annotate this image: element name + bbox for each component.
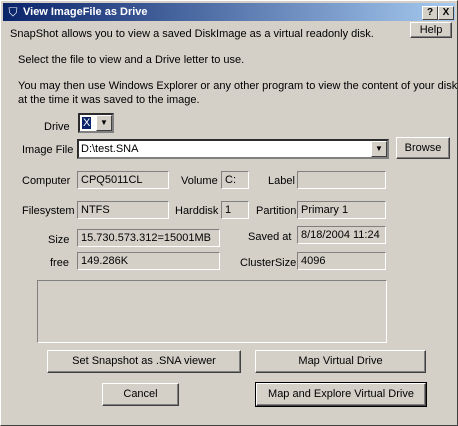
saved-at-field: 8/18/2004 11:24: [297, 226, 386, 244]
app-icon: ⛉: [8, 5, 18, 19]
computer-field: CPQ5011CL: [77, 171, 169, 189]
status-box: [37, 280, 387, 343]
free-label: free: [50, 257, 69, 269]
size-label: Size: [48, 234, 70, 246]
partition-label: Partition: [256, 205, 297, 217]
cluster-size-label: ClusterSize: [240, 257, 297, 269]
help-button[interactable]: Help: [410, 22, 452, 38]
intro-line-3: You may then use Windows Explorer or any…: [18, 80, 458, 92]
chevron-down-icon[interactable]: ▼: [371, 141, 387, 157]
label-label: Label: [268, 175, 295, 187]
map-virtual-drive-button[interactable]: Map Virtual Drive: [255, 350, 426, 373]
image-file-combo[interactable]: D:\test.SNA: [77, 139, 389, 159]
intro-line-2: Select the file to view and a Drive lett…: [18, 54, 245, 66]
set-sna-viewer-button[interactable]: Set Snapshot as .SNA viewer: [47, 350, 241, 373]
drive-value: X: [82, 117, 92, 129]
harddisk-field: 1: [221, 201, 249, 219]
computer-label: Computer: [22, 175, 71, 187]
volume-label: Volume: [181, 175, 218, 187]
volume-field: C:: [221, 171, 249, 189]
close-caption-button[interactable]: X: [438, 6, 454, 20]
filesystem-field: NTFS: [77, 201, 169, 219]
filesystem-label: Filesystem: [22, 205, 75, 217]
cancel-button[interactable]: Cancel: [102, 383, 179, 406]
image-file-value: D:\test.SNA: [81, 143, 139, 155]
title-bar[interactable]: ⛉ View ImageFile as Drive ? X: [3, 3, 455, 21]
harddisk-label: Harddisk: [175, 205, 219, 217]
size-field: 15.730.573.312=15001MB: [77, 229, 220, 247]
window-title: View ImageFile as Drive: [23, 6, 148, 18]
help-caption-button[interactable]: ?: [422, 6, 438, 20]
chevron-down-icon[interactable]: ▼: [96, 115, 112, 131]
browse-button[interactable]: Browse: [396, 137, 450, 159]
label-field: [297, 171, 386, 189]
cluster-size-field: 4096: [297, 252, 386, 270]
partition-field: Primary 1: [297, 201, 386, 219]
drive-label: Drive: [44, 121, 70, 133]
image-file-label: Image File: [22, 144, 74, 156]
intro-line-4: at the time it was saved to the image.: [18, 94, 200, 106]
saved-at-label: Saved at: [248, 231, 292, 243]
intro-line-1: SnapShot allows you to view a saved Disk…: [10, 28, 374, 40]
map-and-explore-button[interactable]: Map and Explore Virtual Drive: [255, 382, 427, 407]
free-field: 149.286K: [77, 252, 220, 270]
